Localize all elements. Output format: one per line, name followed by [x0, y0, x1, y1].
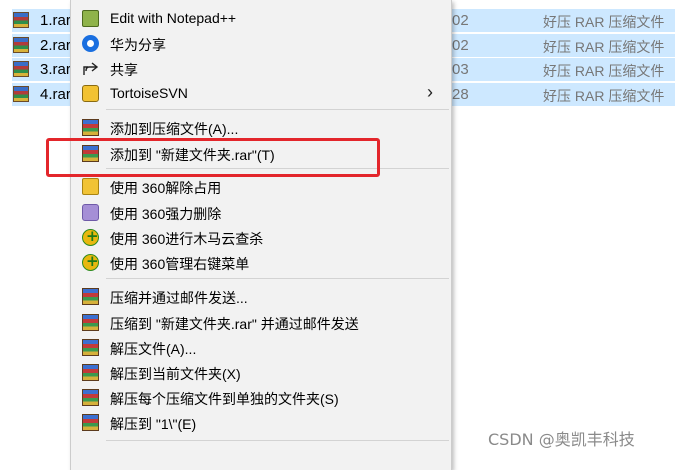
file-name: 4.rar [40, 86, 71, 103]
file-time: 03 [452, 61, 469, 78]
rar-icon [82, 389, 99, 406]
rar-icon [82, 339, 99, 356]
menu-item-extract-to-folder[interactable]: 解压到 "1\"(E) [71, 410, 451, 435]
menu-item-label: 解压到当前文件夹(X) [110, 366, 241, 382]
menu-item-360-unlock[interactable]: 使用 360解除占用 [71, 174, 451, 199]
rar-icon [82, 288, 99, 305]
360-unlock-icon [82, 178, 99, 195]
rar-file-icon [13, 61, 29, 77]
menu-item-label: 使用 360解除占用 [110, 180, 222, 196]
menu-item-label: 使用 360进行木马云查杀 [110, 231, 264, 247]
menu-item-label: TortoiseSVN [110, 85, 188, 101]
highlight-annotation-box [46, 138, 380, 177]
rar-file-icon [13, 37, 29, 53]
menu-item-label: 解压每个压缩文件到单独的文件夹(S) [110, 391, 339, 407]
rar-file-icon [13, 12, 29, 28]
menu-item-label: 添加到压缩文件(A)... [110, 121, 239, 137]
menu-item-compress-named-and-email[interactable]: 压缩到 "新建文件夹.rar" 并通过邮件发送 [71, 310, 451, 335]
menu-item-compress-and-email[interactable]: 压缩并通过邮件发送... [71, 284, 451, 309]
context-menu: Edit with Notepad++ 华为分享 共享 TortoiseSVN … [70, 0, 452, 470]
tortoisesvn-icon [82, 85, 99, 102]
menu-item-label: 压缩并通过邮件发送... [110, 290, 248, 306]
menu-item-edit-notepadpp[interactable]: Edit with Notepad++ [71, 6, 451, 31]
file-name: 2.rar [40, 37, 71, 54]
menu-separator [106, 278, 449, 279]
file-time: 02 [452, 37, 469, 54]
menu-item-label: 压缩到 "新建文件夹.rar" 并通过邮件发送 [110, 316, 359, 332]
file-time: 02 [452, 12, 469, 29]
file-type: 好压 RAR 压缩文件 [543, 14, 665, 30]
menu-item-huawei-share[interactable]: 华为分享 [71, 31, 451, 56]
360-scan-icon [82, 227, 99, 246]
menu-item-add-to-archive[interactable]: 添加到压缩文件(A)... [71, 115, 451, 140]
menu-item-360-trojan-scan[interactable]: 使用 360进行木马云查杀 [71, 225, 451, 250]
file-time: 28 [452, 86, 469, 103]
menu-item-extract-each-separately[interactable]: 解压每个压缩文件到单独的文件夹(S) [71, 385, 451, 410]
rar-icon [82, 364, 99, 381]
menu-separator [106, 440, 449, 441]
file-type: 好压 RAR 压缩文件 [543, 39, 665, 55]
file-name: 1.rar [40, 12, 71, 29]
menu-separator [106, 109, 449, 110]
file-type: 好压 RAR 压缩文件 [543, 88, 665, 104]
watermark: CSDN @奥凯丰科技 [488, 430, 635, 449]
menu-item-share[interactable]: 共享 [71, 56, 451, 81]
rar-icon [82, 314, 99, 331]
notepad-plus-plus-icon [82, 10, 99, 27]
menu-item-label: 解压到 "1\"(E) [110, 416, 197, 432]
menu-item-label: 解压文件(A)... [110, 341, 197, 357]
360-manage-icon [82, 252, 99, 271]
menu-item-360-manage-menu[interactable]: 使用 360管理右键菜单 [71, 250, 451, 275]
rar-icon [82, 119, 99, 136]
menu-item-extract-here[interactable]: 解压到当前文件夹(X) [71, 360, 451, 385]
file-name: 3.rar [40, 61, 71, 78]
rar-icon [82, 414, 99, 431]
360-shred-icon [82, 204, 99, 221]
menu-item-label: 共享 [110, 62, 138, 78]
menu-item-label: 使用 360管理右键菜单 [110, 256, 250, 272]
menu-item-360-shred[interactable]: 使用 360强力删除 [71, 200, 451, 225]
share-icon [82, 60, 99, 77]
file-type: 好压 RAR 压缩文件 [543, 63, 665, 79]
menu-item-label: Edit with Notepad++ [110, 10, 237, 26]
submenu-arrow-icon: › [427, 82, 433, 102]
menu-item-extract-files[interactable]: 解压文件(A)... [71, 335, 451, 360]
huawei-share-icon [82, 35, 99, 52]
menu-item-tortoisesvn[interactable]: TortoiseSVN › [71, 81, 451, 106]
menu-item-label: 使用 360强力删除 [110, 206, 222, 222]
rar-file-icon [13, 86, 29, 102]
menu-item-label: 华为分享 [110, 37, 166, 53]
